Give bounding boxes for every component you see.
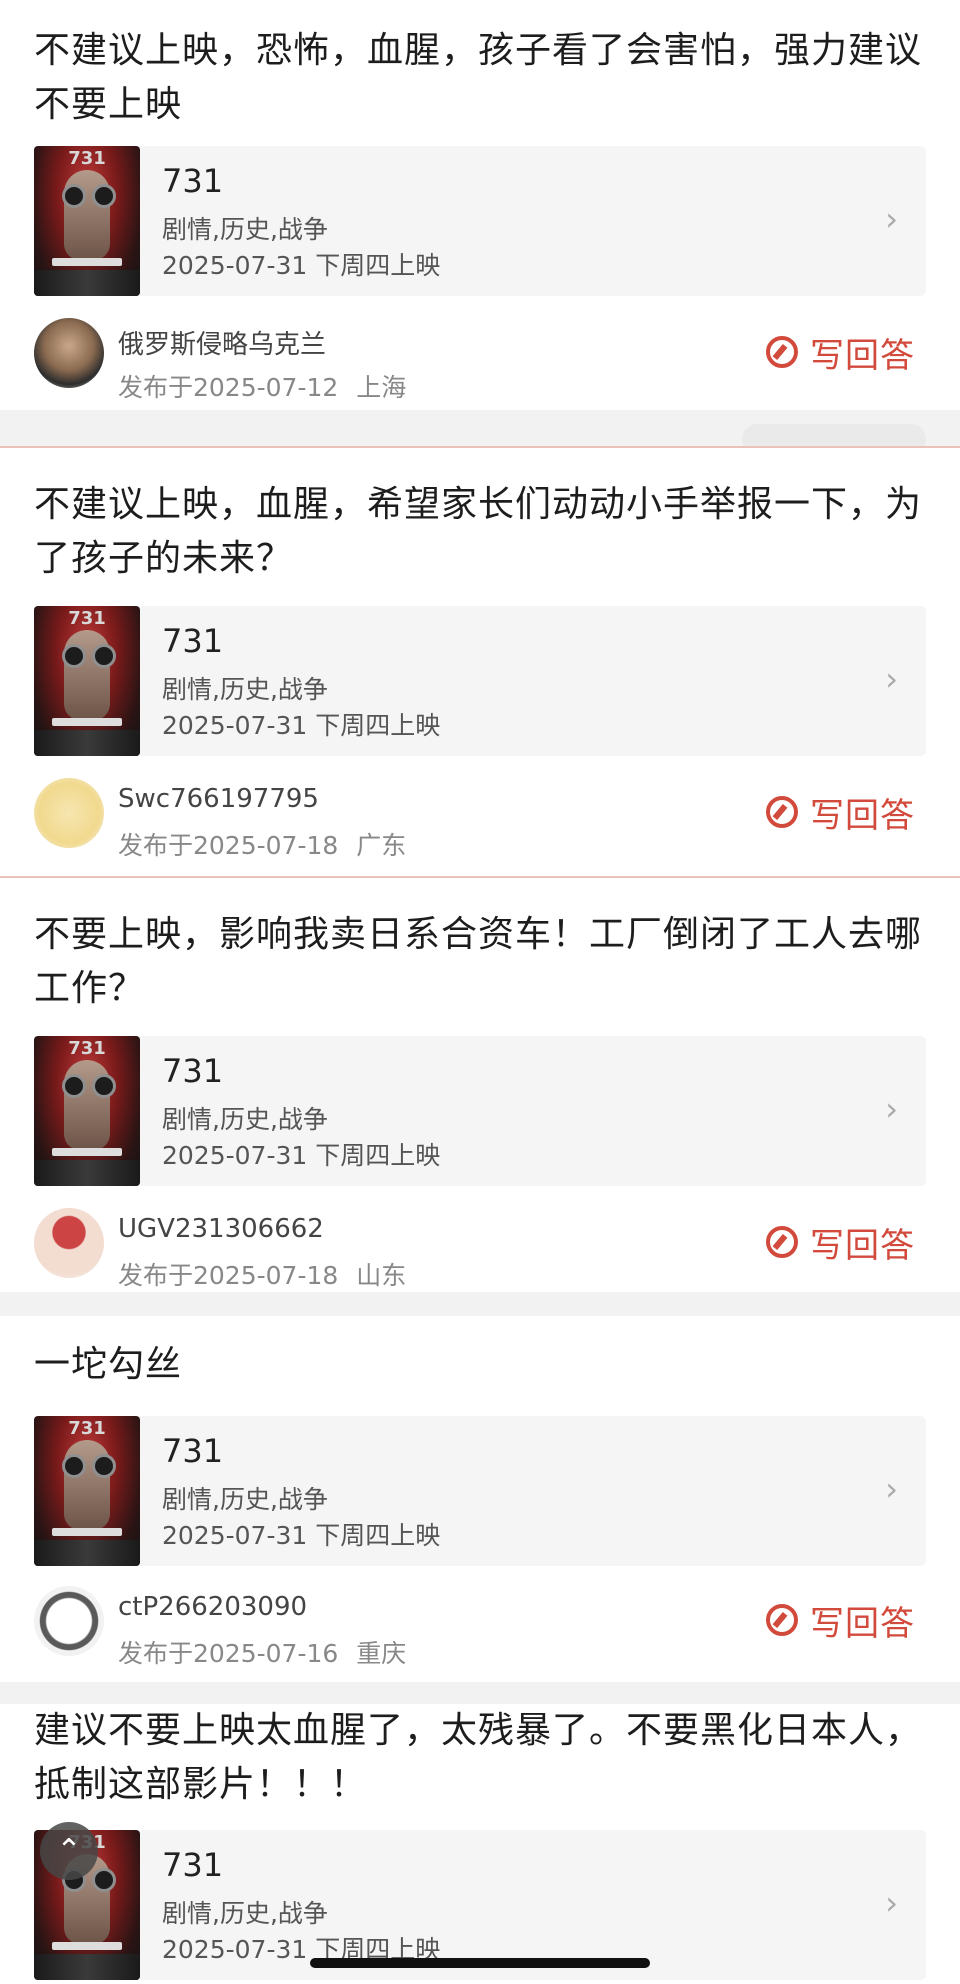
post-title[interactable]: 不建议上映，恐怖，血腥，孩子看了会害怕，强力建议不要上映 — [34, 24, 924, 132]
movie-title: 731 — [162, 162, 224, 200]
home-indicator[interactable] — [310, 1958, 650, 1968]
post-title[interactable]: 不要上映，影响我卖日系合资车！工厂倒闭了工人去哪工作？ — [34, 908, 924, 1016]
chevron-right-icon: › — [885, 1090, 898, 1128]
movie-release-date: 2025-07-31 下周四上映 — [162, 711, 441, 740]
movie-release-date: 2025-07-31 下周四上映 — [162, 1521, 441, 1550]
chevron-right-icon: › — [885, 1470, 898, 1508]
username[interactable]: ctP266203090 — [118, 1592, 307, 1622]
edit-circle-icon — [766, 796, 798, 828]
username[interactable]: UGV231306662 — [118, 1214, 324, 1244]
chevron-right-icon: › — [885, 200, 898, 238]
avatar[interactable] — [34, 778, 104, 848]
publish-info: 发布于2025-07-18 广东 — [118, 831, 407, 860]
separator — [0, 1292, 960, 1316]
post-card-5[interactable]: 建议不要上映太血腥了，太残暴了。不要黑化日本人，抵制这部影片！！！ 731 73… — [0, 1704, 960, 1984]
post-title[interactable]: 不建议上映，血腥，希望家长们动动小手举报一下，为了孩子的未来？ — [34, 478, 924, 586]
edit-circle-icon — [766, 1226, 798, 1258]
edit-circle-icon — [766, 1604, 798, 1636]
movie-genre: 剧情,历史,战争 — [162, 215, 328, 244]
post-card-1[interactable]: 不建议上映，恐怖，血腥，孩子看了会害怕，强力建议不要上映 731 731 剧情,… — [0, 0, 960, 410]
movie-genre: 剧情,历史,战争 — [162, 1485, 328, 1514]
post-title[interactable]: 一坨勾丝 — [34, 1338, 924, 1392]
movie-title: 731 — [162, 1432, 224, 1470]
movie-genre: 剧情,历史,战争 — [162, 675, 328, 704]
movie-card[interactable]: 731 731 剧情,历史,战争 2025-07-31 下周四上映 › — [34, 606, 926, 756]
post-card-4[interactable]: 一坨勾丝 731 731 剧情,历史,战争 2025-07-31 下周四上映 ›… — [0, 1316, 960, 1682]
movie-genre: 剧情,历史,战争 — [162, 1105, 328, 1134]
publish-info: 发布于2025-07-18 山东 — [118, 1261, 407, 1290]
edit-circle-icon — [766, 336, 798, 368]
publish-info: 发布于2025-07-12 上海 — [118, 373, 407, 402]
chevron-right-icon: › — [885, 1884, 898, 1922]
movie-poster: 731 — [34, 146, 140, 296]
movie-genre: 剧情,历史,战争 — [162, 1899, 328, 1928]
post-card-2[interactable]: 不建议上映，血腥，希望家长们动动小手举报一下，为了孩子的未来？ 731 731 … — [0, 448, 960, 868]
movie-title: 731 — [162, 622, 224, 660]
post-title[interactable]: 建议不要上映太血腥了，太残暴了。不要黑化日本人，抵制这部影片！！！ — [34, 1704, 924, 1812]
chevron-up-icon: ⌃ — [56, 1833, 82, 1868]
movie-release-date: 2025-07-31 下周四上映 — [162, 251, 441, 280]
avatar[interactable] — [34, 1586, 104, 1656]
chevron-right-icon: › — [885, 660, 898, 698]
movie-card[interactable]: 731 731 剧情,历史,战争 2025-07-31 下周四上映 › — [34, 1036, 926, 1186]
write-answer-button[interactable]: 写回答 — [766, 1220, 915, 1266]
movie-poster: 731 — [34, 606, 140, 756]
movie-release-date: 2025-07-31 下周四上映 — [162, 1141, 441, 1170]
avatar[interactable] — [34, 318, 104, 388]
movie-title: 731 — [162, 1846, 224, 1884]
movie-poster: 731 — [34, 1036, 140, 1186]
publish-info: 发布于2025-07-16 重庆 — [118, 1639, 407, 1668]
movie-title: 731 — [162, 1052, 224, 1090]
username[interactable]: Swc766197795 — [118, 784, 319, 814]
avatar[interactable] — [34, 1208, 104, 1278]
username[interactable]: 俄罗斯侵略乌克兰 — [118, 324, 326, 361]
separator — [0, 1682, 960, 1704]
post-card-3[interactable]: 不要上映，影响我卖日系合资车！工厂倒闭了工人去哪工作？ 731 731 剧情,历… — [0, 878, 960, 1292]
write-answer-button[interactable]: 写回答 — [766, 1598, 915, 1644]
movie-poster: 731 — [34, 1416, 140, 1566]
write-answer-button[interactable]: 写回答 — [766, 330, 915, 376]
movie-card[interactable]: 731 731 剧情,历史,战争 2025-07-31 下周四上映 › — [34, 1416, 926, 1566]
movie-card[interactable]: 731 731 剧情,历史,战争 2025-07-31 下周四上映 › — [34, 146, 926, 296]
write-answer-button[interactable]: 写回答 — [766, 790, 915, 836]
back-to-top-button[interactable]: ⌃ — [40, 1822, 98, 1880]
